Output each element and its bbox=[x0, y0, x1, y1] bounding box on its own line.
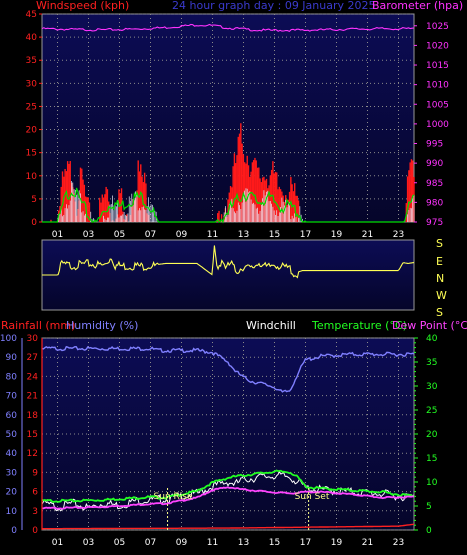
humidity-tick-label: 20 bbox=[6, 488, 18, 498]
rainfall-axis-title: Rainfall (mm) bbox=[1, 319, 75, 332]
temp-x-tick-label: 23 bbox=[393, 538, 404, 548]
wind-tick-label: 40 bbox=[26, 33, 38, 43]
wind-tick-label: 35 bbox=[26, 56, 37, 66]
temp-x-tick-label: 03 bbox=[83, 538, 94, 548]
compass-label-s-bottom: S bbox=[436, 306, 443, 319]
wind-x-tick-label: 21 bbox=[362, 230, 373, 240]
wind-x-tick-label: 07 bbox=[145, 230, 156, 240]
temp-x-tick-label: 21 bbox=[362, 538, 373, 548]
wind-x-tick-label: 15 bbox=[269, 230, 280, 240]
barometer-tick-label: 1015 bbox=[426, 61, 449, 71]
rainfall-tick-label: 3 bbox=[32, 507, 38, 517]
rainfall-tick-label: 21 bbox=[27, 392, 38, 402]
compass-label-n: N bbox=[436, 272, 444, 285]
sunrise-label: Sun Rise bbox=[154, 492, 193, 502]
rainfall-tick-label: 12 bbox=[27, 449, 38, 459]
wind-tick-label: 20 bbox=[26, 126, 38, 136]
barometer-tick-label: 1010 bbox=[426, 81, 449, 91]
barometer-tick-label: 1000 bbox=[426, 120, 449, 130]
windchill-legend: Windchill bbox=[246, 319, 296, 332]
wind-tick-label: 5 bbox=[31, 195, 37, 205]
barometer-tick-label: 980 bbox=[426, 198, 443, 208]
wind-barometer-plot-area bbox=[41, 13, 415, 223]
windspeed-axis-title: Windspeed (kph) bbox=[36, 0, 129, 12]
humidity-tick-label: 70 bbox=[6, 392, 18, 402]
humidity-tick-label: 10 bbox=[6, 507, 18, 517]
temp-x-tick-label: 17 bbox=[300, 538, 311, 548]
compass-labels: S E N W S bbox=[436, 237, 447, 319]
wind-tick-label: 15 bbox=[26, 149, 37, 159]
wind-tick-label: 45 bbox=[26, 10, 37, 20]
humidity-tick-label: 60 bbox=[6, 411, 18, 421]
compass-label-w: W bbox=[436, 289, 447, 302]
wind-x-tick-label: 13 bbox=[238, 230, 249, 240]
wind-x-tick-label: 09 bbox=[176, 230, 188, 240]
barometer-tick-label: 985 bbox=[426, 179, 443, 189]
wind-x-tick-label: 01 bbox=[52, 230, 63, 240]
rainfall-tick-label: 27 bbox=[27, 353, 38, 363]
barometer-tick-label: 995 bbox=[426, 140, 443, 150]
temperature-tick-label: 20 bbox=[426, 430, 438, 440]
temp-x-tick-label: 13 bbox=[238, 538, 249, 548]
wind-x-tick-label: 19 bbox=[331, 230, 343, 240]
wind-tick-label: 10 bbox=[26, 172, 38, 182]
barometer-tick-label: 1020 bbox=[426, 41, 449, 51]
humidity-tick-label: 0 bbox=[11, 526, 17, 536]
temperature-tick-label: 25 bbox=[426, 406, 437, 416]
wind-tick-label: 0 bbox=[31, 218, 37, 228]
temp-x-tick-label: 05 bbox=[114, 538, 125, 548]
temp-x-tick-label: 09 bbox=[176, 538, 188, 548]
temperature-tick-label: 35 bbox=[426, 358, 437, 368]
rainfall-tick-label: 15 bbox=[27, 430, 38, 440]
humidity-tick-label: 90 bbox=[6, 353, 18, 363]
wind-tick-label: 30 bbox=[26, 79, 38, 89]
temperature-tick-label: 10 bbox=[426, 478, 438, 488]
compass-label-s-top: S bbox=[436, 237, 443, 250]
temp-x-tick-label: 15 bbox=[269, 538, 280, 548]
temp-x-tick-label: 19 bbox=[331, 538, 343, 548]
rainfall-tick-label: 6 bbox=[32, 488, 38, 498]
wind-x-tick-label: 23 bbox=[393, 230, 404, 240]
barometer-axis-title: Barometer (hpa) bbox=[372, 0, 463, 12]
rainfall-tick-label: 0 bbox=[32, 526, 38, 536]
barometer-tick-label: 1025 bbox=[426, 22, 449, 32]
humidity-axis-title: Humidity (%) bbox=[66, 319, 138, 332]
barometer-tick-label: 990 bbox=[426, 159, 443, 169]
temperature-tick-label: 0 bbox=[426, 526, 432, 536]
wind-x-tick-label: 11 bbox=[207, 230, 218, 240]
dewpoint-axis-title: Dew Point (°C) bbox=[392, 319, 467, 332]
temp-x-tick-label: 11 bbox=[207, 538, 218, 548]
compass-label-e: E bbox=[436, 255, 443, 268]
temperature-tick-label: 15 bbox=[426, 454, 437, 464]
temp-x-tick-label: 07 bbox=[145, 538, 156, 548]
sunset-label: Sun Set bbox=[295, 492, 330, 502]
wind-x-tick-label: 03 bbox=[83, 230, 94, 240]
humidity-tick-label: 50 bbox=[6, 430, 18, 440]
wind-tick-label: 25 bbox=[26, 102, 37, 112]
humidity-tick-label: 30 bbox=[6, 468, 18, 478]
humidity-tick-label: 40 bbox=[6, 449, 18, 459]
rainfall-tick-label: 30 bbox=[27, 334, 39, 344]
barometer-tick-label: 975 bbox=[426, 218, 443, 228]
temperature-tick-label: 5 bbox=[426, 502, 432, 512]
rainfall-tick-label: 18 bbox=[27, 411, 39, 421]
temp-x-tick-label: 01 bbox=[52, 538, 63, 548]
weather-graph-canvas: Windspeed (kph) 24 hour graph day : 09 J… bbox=[0, 0, 467, 548]
temperature-tick-label: 40 bbox=[426, 334, 438, 344]
temperature-tick-label: 30 bbox=[426, 382, 438, 392]
wind-x-tick-label: 05 bbox=[114, 230, 125, 240]
wind-x-tick-label: 17 bbox=[300, 230, 311, 240]
barometer-tick-label: 1005 bbox=[426, 100, 449, 110]
humidity-tick-label: 80 bbox=[6, 372, 18, 382]
humidity-tick-label: 100 bbox=[0, 334, 17, 344]
chart-title: 24 hour graph day : 09 January 2025 bbox=[172, 0, 376, 12]
rainfall-tick-label: 24 bbox=[27, 372, 39, 382]
wind-direction-plot-area bbox=[41, 239, 415, 311]
rainfall-tick-label: 9 bbox=[32, 468, 38, 478]
